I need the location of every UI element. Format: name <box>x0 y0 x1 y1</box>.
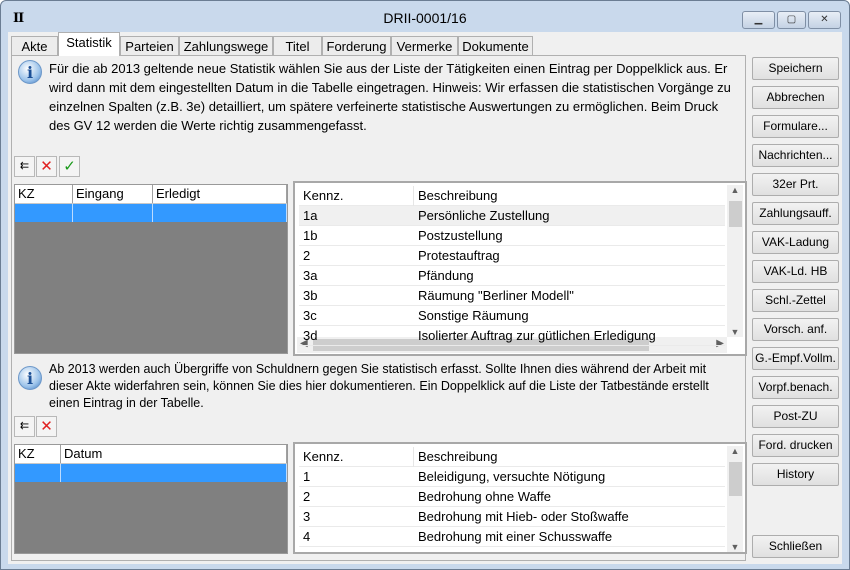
kennz-cell: 3c <box>303 308 317 323</box>
beschreibung-cell: Bedrohung mit einer Schusswaffe <box>418 529 613 544</box>
statistik-grid[interactable]: KZ Eingang Erledigt <box>14 184 288 354</box>
insert-entry-icon[interactable]: ⇇ <box>14 156 35 177</box>
beschreibung-cell: Protestauftrag <box>418 248 500 263</box>
vak-ladung-button[interactable]: VAK-Ladung <box>752 231 839 254</box>
schliessen-button[interactable]: Schließen <box>752 535 839 558</box>
vak-ld-hb-button[interactable]: VAK-Ld. HB <box>752 260 839 283</box>
tab-parteien[interactable]: Parteien <box>120 36 179 56</box>
beschreibung-cell: Beschreibung <box>413 447 498 467</box>
info-icon: i <box>18 366 42 390</box>
formulare-button[interactable]: Formulare... <box>752 115 839 138</box>
g-empf-vollm-button[interactable]: G.-Empf.Vollm. <box>752 347 839 370</box>
column-header-eingang[interactable]: Eingang <box>73 185 153 203</box>
kennz-cell: 3a <box>303 268 318 283</box>
schl-zettel-button[interactable]: Schl.-Zettel <box>752 289 839 312</box>
insert-entry-icon[interactable]: ⇇ <box>14 416 35 437</box>
tab-statistik[interactable]: Statistik <box>58 32 120 56</box>
kennz-cell: 1b <box>303 228 318 243</box>
kennz-cell: 2 <box>303 489 311 504</box>
column-header-erledigt[interactable]: Erledigt <box>153 185 287 203</box>
kennz-cell: Kennz. <box>303 449 344 464</box>
uebergriffe-list[interactable]: ▲ ▼ Kennz. Beschreibung 1 Beleidigung, versu… <box>293 442 747 554</box>
kennz-cell: 2 <box>303 248 311 263</box>
vorsch-anf-button[interactable]: Vorsch. anf. <box>752 318 839 341</box>
list-item[interactable]: 4 Bedrohung mit einer Schusswaffe <box>299 527 725 547</box>
list-item[interactable]: 2 Bedrohung ohne Waffe <box>299 487 725 507</box>
list-item[interactable]: 3a Pfändung <box>299 266 725 286</box>
uebergriffe-grid[interactable]: KZ Datum <box>14 444 288 554</box>
close-window-button[interactable]: ✕ <box>808 11 841 29</box>
tab-akte[interactable]: Akte <box>11 36 58 56</box>
kennz-cell: 3d <box>303 328 318 343</box>
history-button[interactable]: History <box>752 463 839 486</box>
kennz-cell: 3 <box>303 509 311 524</box>
list-item[interactable]: 1a Persönliche Zustellung <box>299 206 725 226</box>
nachrichten-button[interactable]: Nachrichten... <box>752 144 839 167</box>
32er-prt-button[interactable]: 32er Prt. <box>752 173 839 196</box>
delete-icon[interactable]: ✕ <box>36 416 57 437</box>
beschreibung-cell: Beleidigung, versuchte Nötigung <box>418 469 606 484</box>
beschreibung-cell: Bedrohung ohne Waffe <box>418 489 551 504</box>
window: II DRII-0001/16 ▁ ▢ ✕ Akte Statistik Parte… <box>0 0 850 570</box>
uebergriffe-info-text: Ab 2013 werden auch Übergriffe von Schul… <box>49 362 709 410</box>
client-area: Akte Statistik Parteien Zahlungswege Titel Fo… <box>8 32 842 564</box>
speichern-button[interactable]: Speichern <box>752 57 839 80</box>
zahlungsauff-button[interactable]: Zahlungsauff. <box>752 202 839 225</box>
list-header[interactable]: Kennz. Beschreibung <box>299 186 725 206</box>
column-header-datum[interactable]: Datum <box>61 445 287 463</box>
list-item[interactable]: 3c Sonstige Räumung <box>299 306 725 326</box>
tab-zahlungswege[interactable]: Zahlungswege <box>179 36 273 56</box>
kennz-cell: 1 <box>303 469 311 484</box>
list-header[interactable]: Kennz. Beschreibung <box>299 447 725 467</box>
tab-titel[interactable]: Titel <box>273 36 322 56</box>
tab-forderung[interactable]: Forderung <box>322 36 391 56</box>
list-item[interactable]: 1b Postzustellung <box>299 226 725 246</box>
minimize-button[interactable]: ▁ <box>742 11 775 29</box>
abbrechen-button[interactable]: Abbrechen <box>752 86 839 109</box>
vertical-scrollbar[interactable]: ▲ ▼ <box>727 185 743 337</box>
kennz-cell: 4 <box>303 529 311 544</box>
list-item[interactable]: 3 Bedrohung mit Hieb- oder Stoßwaffe <box>299 507 725 527</box>
vertical-scrollbar[interactable]: ▲ ▼ <box>727 446 743 552</box>
kennz-cell: 3b <box>303 288 318 303</box>
beschreibung-cell: Sonstige Räumung <box>418 308 529 323</box>
kennz-cell: 1a <box>303 208 318 223</box>
statistik-info-text: Für die ab 2013 geltende neue Statistik … <box>49 61 731 133</box>
beschreibung-cell: Räumung "Berliner Modell" <box>418 288 574 303</box>
info-icon: i <box>18 60 42 84</box>
kennz-cell: Kennz. <box>303 188 344 203</box>
ford-drucken-button[interactable]: Ford. drucken <box>752 434 839 457</box>
maximize-button[interactable]: ▢ <box>777 11 806 29</box>
tab-dokumente[interactable]: Dokumente <box>458 36 533 56</box>
statistik-panel: i Für die ab 2013 geltende neue Statisti… <box>11 55 747 561</box>
window-title: DRII-0001/16 <box>383 10 467 26</box>
column-header-kz[interactable]: KZ <box>15 445 61 463</box>
post-zu-button[interactable]: Post-ZU <box>752 405 839 428</box>
beschreibung-cell: Persönliche Zustellung <box>418 208 550 223</box>
selected-row[interactable] <box>15 464 287 482</box>
list-item[interactable]: 2 Protestauftrag <box>299 246 725 266</box>
tab-vermerke[interactable]: Vermerke <box>391 36 458 56</box>
title-bar[interactable]: II DRII-0001/16 ▁ ▢ ✕ <box>1 1 849 33</box>
beschreibung-cell: Postzustellung <box>418 228 503 243</box>
delete-icon[interactable]: ✕ <box>36 156 57 177</box>
beschreibung-cell: Pfändung <box>418 268 474 283</box>
beschreibung-cell: Bedrohung mit Hieb- oder Stoßwaffe <box>418 509 629 524</box>
statistik-activity-list[interactable]: ▲ ▼ ◀ ▶ Kennz. Beschreibung 1a Persönliche Z… <box>293 181 747 356</box>
list-item[interactable]: 1 Beleidigung, versuchte Nötigung <box>299 467 725 487</box>
beschreibung-cell: Isolierter Auftrag zur gütlichen Erledig… <box>418 328 656 343</box>
vorpf-benach-button[interactable]: Vorpf.benach. <box>752 376 839 399</box>
list-item[interactable]: 3b Räumung "Berliner Modell" <box>299 286 725 306</box>
checkmark-icon[interactable]: ✓ <box>59 156 80 177</box>
selected-row[interactable] <box>15 204 287 222</box>
list-item[interactable]: 3d Isolierter Auftrag zur gütlichen Erled… <box>299 326 725 346</box>
beschreibung-cell: Beschreibung <box>413 186 498 206</box>
column-header-kz[interactable]: KZ <box>15 185 73 203</box>
